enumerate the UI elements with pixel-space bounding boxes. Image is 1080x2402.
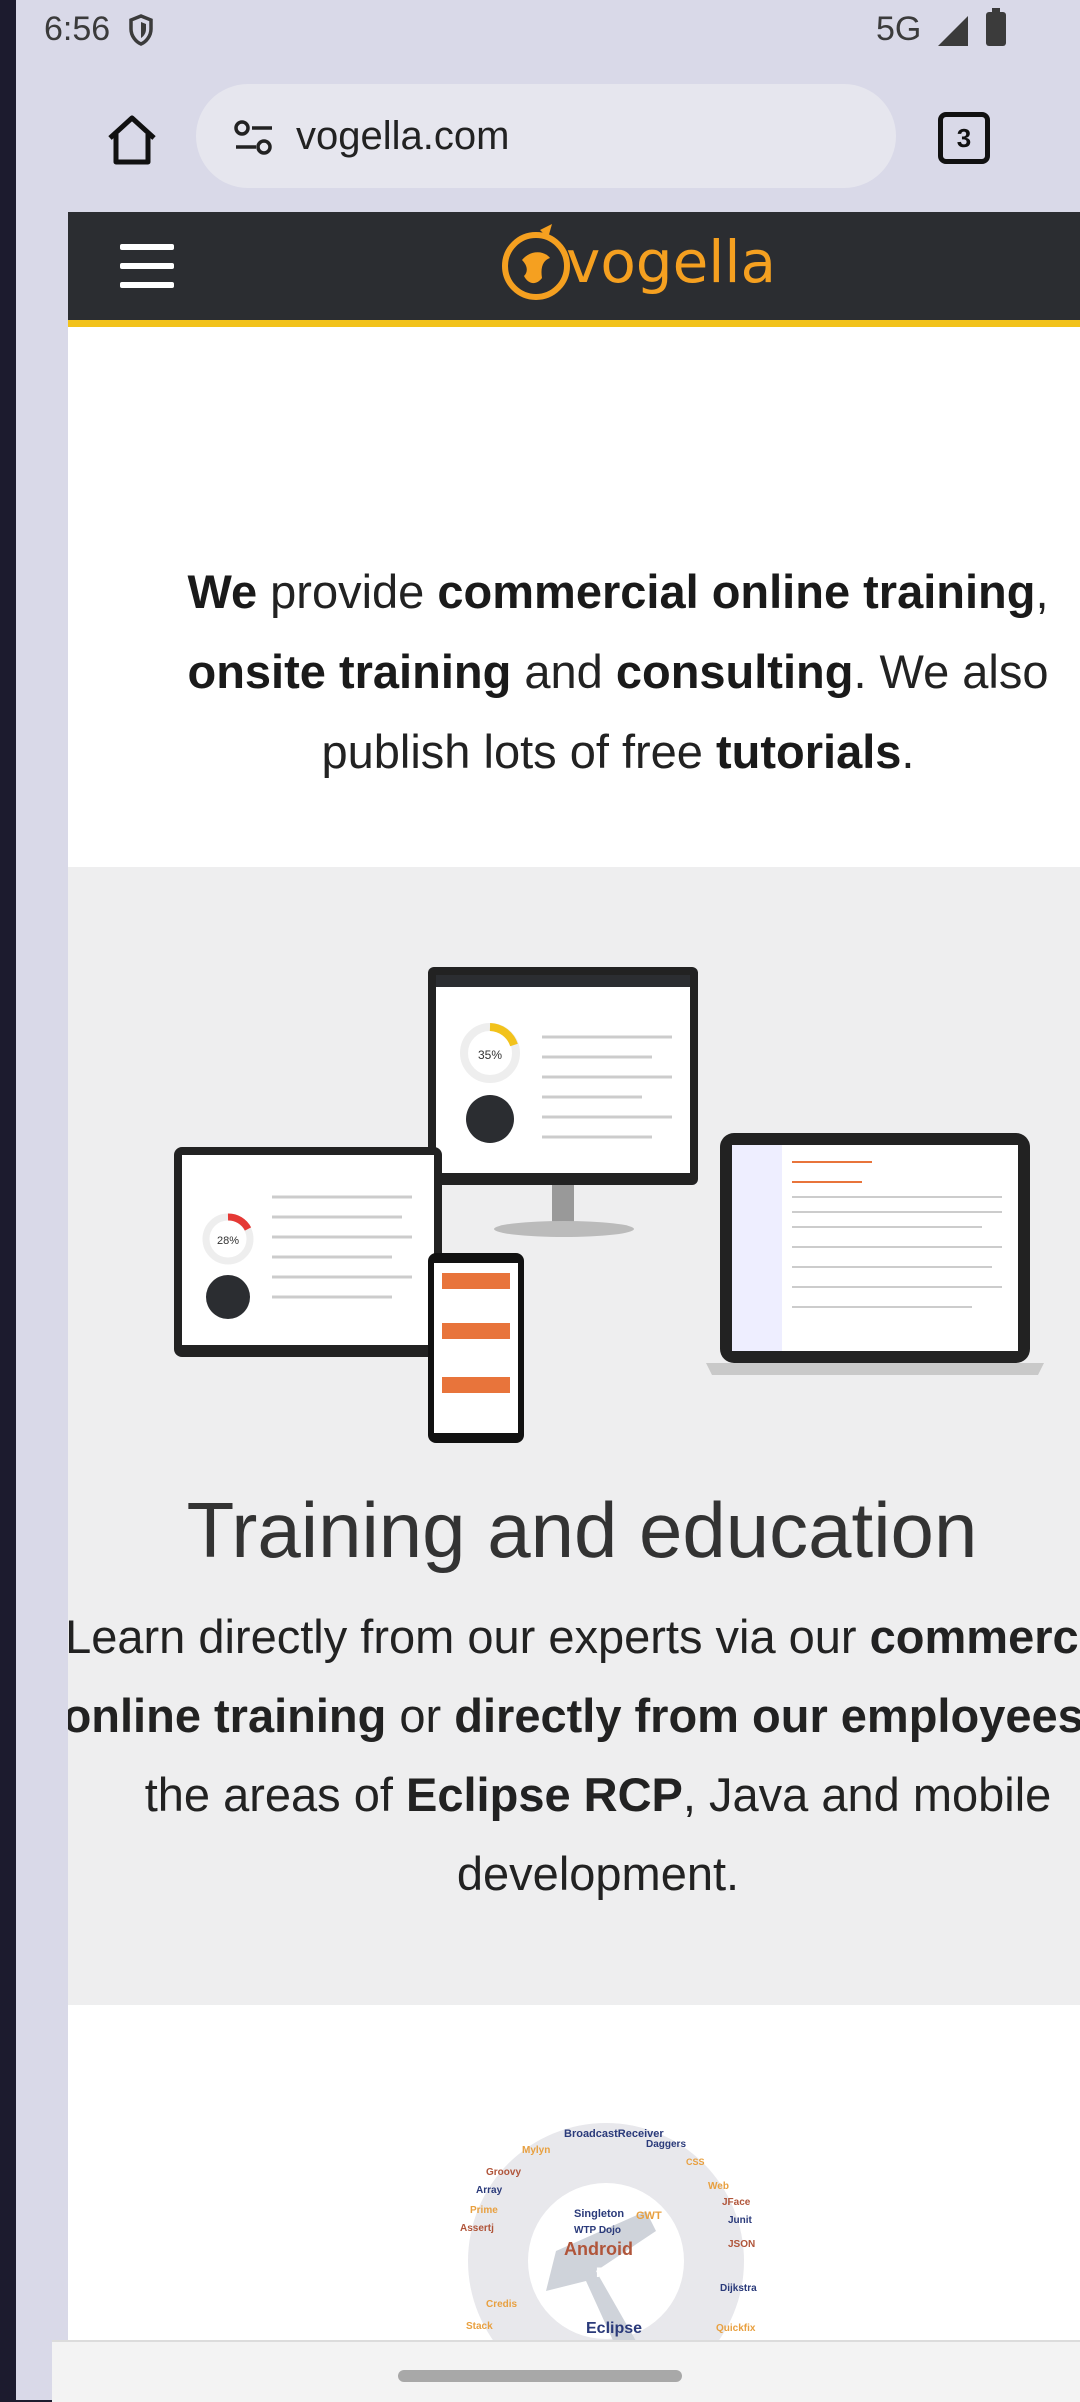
status-bar: 6:56 5G	[16, 0, 1080, 62]
cloud-word: Array	[476, 2185, 503, 2196]
cloud-word: Credis	[486, 2299, 518, 2310]
tutorials-section: BroadcastReceiver Daggers Mylyn Groovy C…	[68, 2005, 1080, 2340]
home-icon[interactable]	[102, 110, 162, 170]
cloud-word: CSS	[686, 2157, 705, 2167]
cloud-word: Stack	[466, 2321, 493, 2332]
cloud-word: Web	[708, 2181, 729, 2192]
address-bar[interactable]: vogella.com	[196, 84, 896, 188]
logo-mark-icon	[502, 224, 570, 300]
progress-35: 35%	[478, 1048, 502, 1062]
training-text-1: Learn directly from our experts via our	[68, 1610, 870, 1663]
training-employees: directly from our employees	[454, 1689, 1080, 1742]
cloud-word: Dijkstra	[720, 2283, 757, 2294]
web-page: vogella We provide commercial online tra…	[68, 212, 1080, 2340]
training-heading: Training and education	[186, 1486, 978, 1574]
cloud-word: GWT	[636, 2210, 662, 2222]
cloud-word: Daggers	[646, 2139, 686, 2150]
intro-text-2: ,	[1035, 565, 1049, 618]
cloud-word: Prime	[470, 2205, 498, 2216]
cloud-word: Singleton	[574, 2208, 624, 2220]
devices-illustration: 35% 28%	[174, 967, 1044, 1443]
cloud-word: Junit	[728, 2215, 753, 2226]
intro-consulting: consulting	[615, 645, 854, 698]
cloud-word: Assertj	[460, 2223, 494, 2234]
cloud-word: Quickfix	[716, 2323, 756, 2334]
battery-icon	[986, 8, 1006, 46]
vogella-logo[interactable]: vogella	[500, 220, 776, 312]
network-type: 5G	[876, 10, 922, 48]
cloud-word: JSON	[728, 2239, 755, 2250]
cloud-word: RCP	[596, 2264, 626, 2280]
browser-toolbar: vogella.com 3	[16, 62, 1080, 210]
cloud-word: Android	[564, 2239, 633, 2259]
phone-screen: 6:56 5G vogella.com 3 vogella We provide…	[16, 0, 1080, 2400]
progress-28: 28%	[217, 1235, 239, 1247]
site-settings-icon[interactable]	[232, 118, 276, 158]
menu-icon[interactable]	[120, 244, 174, 288]
training-paragraph: Learn directly from our experts via our …	[68, 1597, 1080, 1913]
wordcloud-image: BroadcastReceiver Daggers Mylyn Groovy C…	[460, 2123, 757, 2340]
cloud-word: JFace	[722, 2197, 751, 2208]
intro-we: We	[187, 565, 258, 618]
intro-text-3: and	[511, 645, 616, 698]
cloud-word: Groovy	[486, 2167, 521, 2178]
training-eclipse-rcp: Eclipse RCP	[406, 1768, 683, 1821]
shield-icon	[129, 14, 153, 46]
status-time: 6:56	[44, 10, 111, 48]
intro-tutorials: tutorials	[716, 725, 902, 778]
training-text-2: or	[386, 1689, 455, 1742]
logo-text: vogella	[566, 228, 777, 296]
intro-text-5: .	[901, 725, 915, 778]
url-text: vogella.com	[296, 114, 510, 158]
site-header: vogella	[68, 212, 1080, 327]
screen-edge	[0, 0, 16, 2400]
signal-icon	[938, 16, 968, 46]
training-section: 35% 28% Training and education Learn dir…	[68, 867, 1080, 2005]
gesture-bar	[52, 2340, 1080, 2402]
cloud-word: Eclipse	[586, 2320, 642, 2337]
cloud-word: Mylyn	[522, 2145, 550, 2156]
intro-paragraph: We provide commercial online training, on…	[128, 552, 1080, 792]
intro-text-1: provide	[257, 565, 438, 618]
intro-onsite-training: onsite training	[187, 645, 512, 698]
tab-switcher-button[interactable]: 3	[938, 112, 990, 164]
intro-online-training: commercial online training	[437, 565, 1036, 618]
gesture-handle[interactable]	[398, 2370, 682, 2382]
cloud-word: WTP Dojo	[574, 2225, 621, 2236]
